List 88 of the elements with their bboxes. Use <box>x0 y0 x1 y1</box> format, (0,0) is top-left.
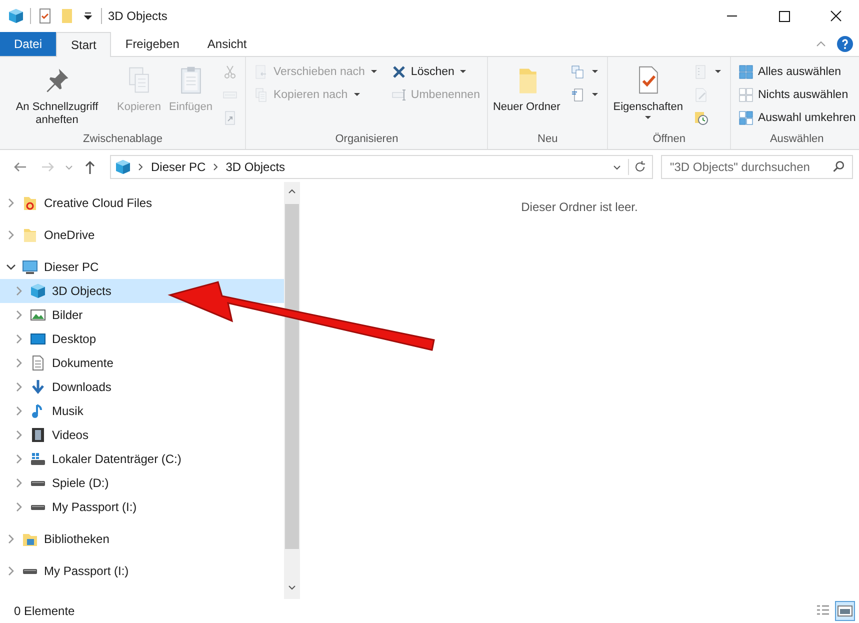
expand-chevron-icon[interactable] <box>14 502 24 512</box>
cube-icon <box>30 283 46 299</box>
scrollbar[interactable] <box>284 182 300 599</box>
tree-item[interactable]: Spiele (D:) <box>0 471 284 495</box>
tree-item[interactable]: Dieser PC <box>0 255 284 279</box>
scissors-icon <box>222 64 238 80</box>
expand-chevron-icon[interactable] <box>14 286 24 296</box>
tree-item[interactable]: Downloads <box>0 375 284 399</box>
expand-chevron-icon[interactable] <box>6 566 16 576</box>
system-drive-icon <box>30 451 46 467</box>
cube-icon <box>115 159 131 175</box>
copy-to-icon <box>253 86 270 102</box>
tree-item[interactable]: Musik <box>0 399 284 423</box>
help-icon[interactable] <box>837 36 853 52</box>
tree-item[interactable]: My Passport (I:) <box>0 559 284 583</box>
ribbon-button[interactable]: Löschen <box>388 61 482 82</box>
creative-cloud-folder-icon <box>22 195 38 211</box>
expand-chevron-icon[interactable] <box>14 334 24 344</box>
download-icon <box>30 379 46 395</box>
window-title: 3D Objects <box>108 9 168 23</box>
refresh-icon[interactable] <box>628 159 648 175</box>
edit-icon <box>692 86 709 102</box>
history-icon <box>692 110 709 126</box>
expand-chevron-icon[interactable] <box>14 406 24 416</box>
properties-icon[interactable] <box>37 8 53 24</box>
expand-chevron-icon[interactable] <box>14 478 24 488</box>
group-label: Neu <box>536 132 559 147</box>
tree-item[interactable]: OneDrive <box>0 223 284 247</box>
scroll-thumb[interactable] <box>285 204 299 549</box>
ribbon-button[interactable]: Alles auswählen <box>736 61 858 82</box>
group-label: Öffnen <box>652 132 687 147</box>
delete-icon <box>390 64 407 80</box>
customize-dropdown-icon[interactable] <box>81 11 95 21</box>
library-icon <box>22 531 38 547</box>
ribbon-button[interactable]: Auswahl umkehren <box>736 107 858 128</box>
group-label: Auswählen <box>768 132 825 147</box>
desktop-icon <box>30 331 46 347</box>
ribbon-button[interactable]: Nichts auswählen <box>736 84 858 105</box>
drive-icon <box>30 480 46 486</box>
tree-item[interactable]: Videos <box>0 423 284 447</box>
video-icon <box>30 427 46 443</box>
search-icon <box>832 160 846 174</box>
expand-chevron-icon[interactable] <box>14 358 24 368</box>
ribbon-button[interactable]: Neuer Ordner <box>490 61 564 131</box>
tree-item[interactable]: Lokaler Datenträger (C:) <box>0 447 284 471</box>
large-icons-view-button[interactable] <box>835 601 855 621</box>
expand-chevron-icon[interactable] <box>14 382 24 392</box>
breadcrumb-chevron-icon[interactable] <box>212 163 220 171</box>
group-label: Organisieren <box>334 132 400 147</box>
tree-item[interactable]: Bilder <box>0 303 284 327</box>
picture-icon <box>837 603 853 619</box>
expand-chevron-icon[interactable] <box>14 310 24 320</box>
item-count: 0 Elemente <box>14 604 75 618</box>
expand-chevron-icon[interactable] <box>6 534 16 544</box>
pictures-icon <box>30 307 46 323</box>
drive-icon <box>30 504 46 510</box>
expand-chevron-icon[interactable] <box>14 454 24 464</box>
breadcrumb-item[interactable]: Dieser PC <box>151 160 206 174</box>
ribbon-tab[interactable]: Ansicht <box>193 32 261 56</box>
expand-chevron-icon[interactable] <box>6 230 16 240</box>
cube-icon <box>8 8 24 24</box>
select-all-icon <box>738 64 754 80</box>
ribbon-button[interactable]: An Schnellzugriff anheften <box>2 61 112 131</box>
expand-chevron-icon[interactable] <box>14 430 24 440</box>
group-label: Zwischenablage <box>82 132 164 147</box>
ribbon-tab[interactable]: Freigeben <box>111 32 194 56</box>
tree-item[interactable]: Desktop <box>0 327 284 351</box>
breadcrumb-item[interactable]: 3D Objects <box>226 160 286 174</box>
ribbon-tab[interactable]: Start <box>56 32 112 57</box>
tree-item[interactable]: Creative Cloud Files <box>0 191 284 215</box>
tree-item[interactable]: Bibliotheken <box>0 527 284 551</box>
invert-selection-icon <box>738 110 754 126</box>
rename-icon <box>390 86 407 102</box>
drive-icon <box>22 568 38 574</box>
new-item-icon <box>570 64 586 80</box>
tree-item[interactable]: My Passport (I:) <box>0 495 284 519</box>
select-none-icon <box>738 86 754 102</box>
computer-icon <box>22 259 38 275</box>
tree-item[interactable]: Dokumente <box>0 351 284 375</box>
expand-chevron-icon[interactable] <box>6 198 16 208</box>
ribbon-button[interactable]: Eigenschaften <box>610 61 686 131</box>
breadcrumb-chevron-icon[interactable] <box>137 163 145 171</box>
collapse-chevron-icon[interactable] <box>6 262 16 272</box>
search-field[interactable]: "3D Objects" durchsuchen <box>661 155 853 179</box>
document-icon <box>30 355 46 371</box>
address-bar[interactable]: Dieser PC 3D Objects <box>110 155 653 179</box>
file-menu-tab[interactable]: Datei <box>0 32 56 56</box>
empty-folder-message: Dieser Ordner ist leer. <box>521 200 638 216</box>
